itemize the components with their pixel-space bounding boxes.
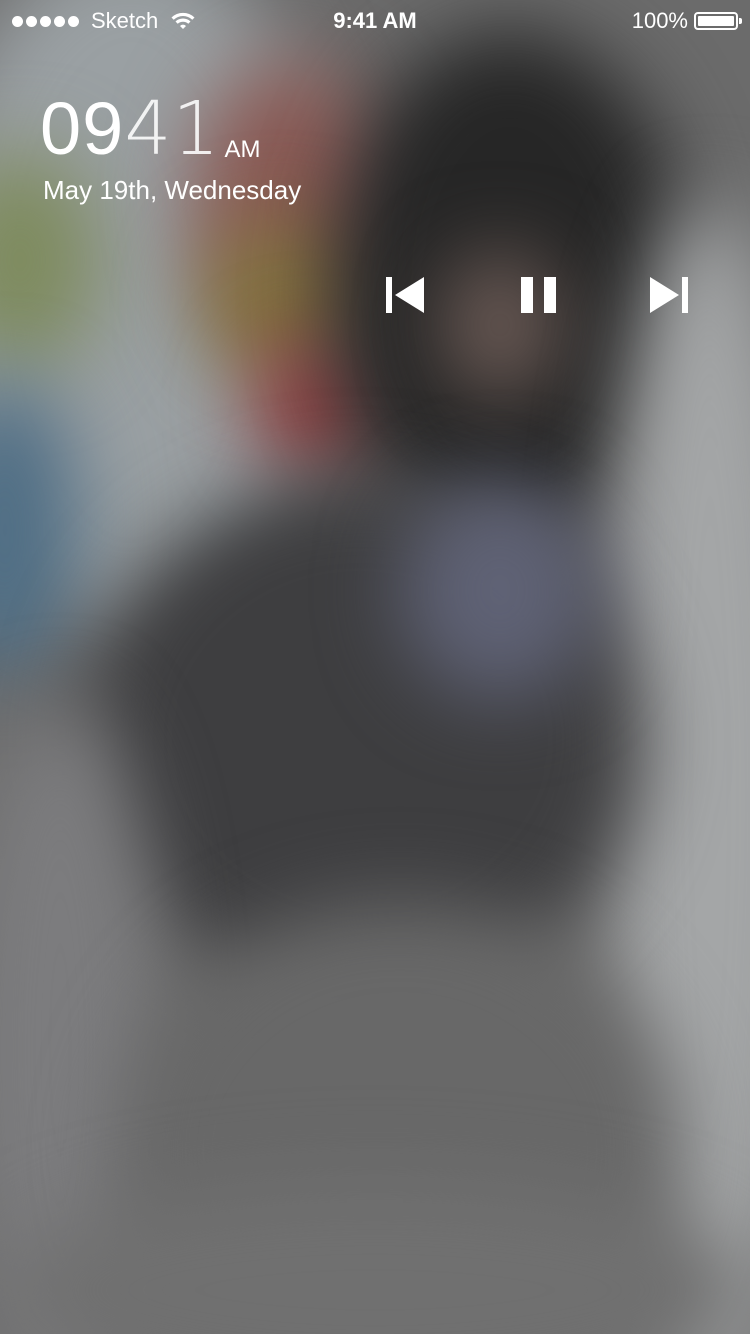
clock-hours: 09 (40, 87, 125, 170)
previous-track-button[interactable] (381, 272, 429, 320)
battery-percentage: 100% (631, 8, 688, 33)
clock-ampm: AM (224, 136, 261, 163)
status-bar: Sketch 9:41 AM 100% (0, 0, 750, 40)
lock-clock: 09 41 AM (40, 86, 261, 172)
next-track-button[interactable] (646, 272, 694, 320)
skip-previous-icon (386, 277, 424, 313)
pause-button[interactable] (516, 272, 564, 320)
lock-date: May 19th, Wednesday (43, 175, 302, 205)
battery-icon (694, 12, 742, 30)
clock-minutes: 41 (124, 86, 221, 172)
lock-screen: Sketch 9:41 AM 100% 09 41 AM May 19th, W… (0, 0, 750, 1334)
skip-next-icon (650, 277, 688, 313)
pause-icon (521, 277, 556, 313)
media-controls (0, 272, 750, 320)
status-bar-right: 100% (631, 8, 742, 34)
